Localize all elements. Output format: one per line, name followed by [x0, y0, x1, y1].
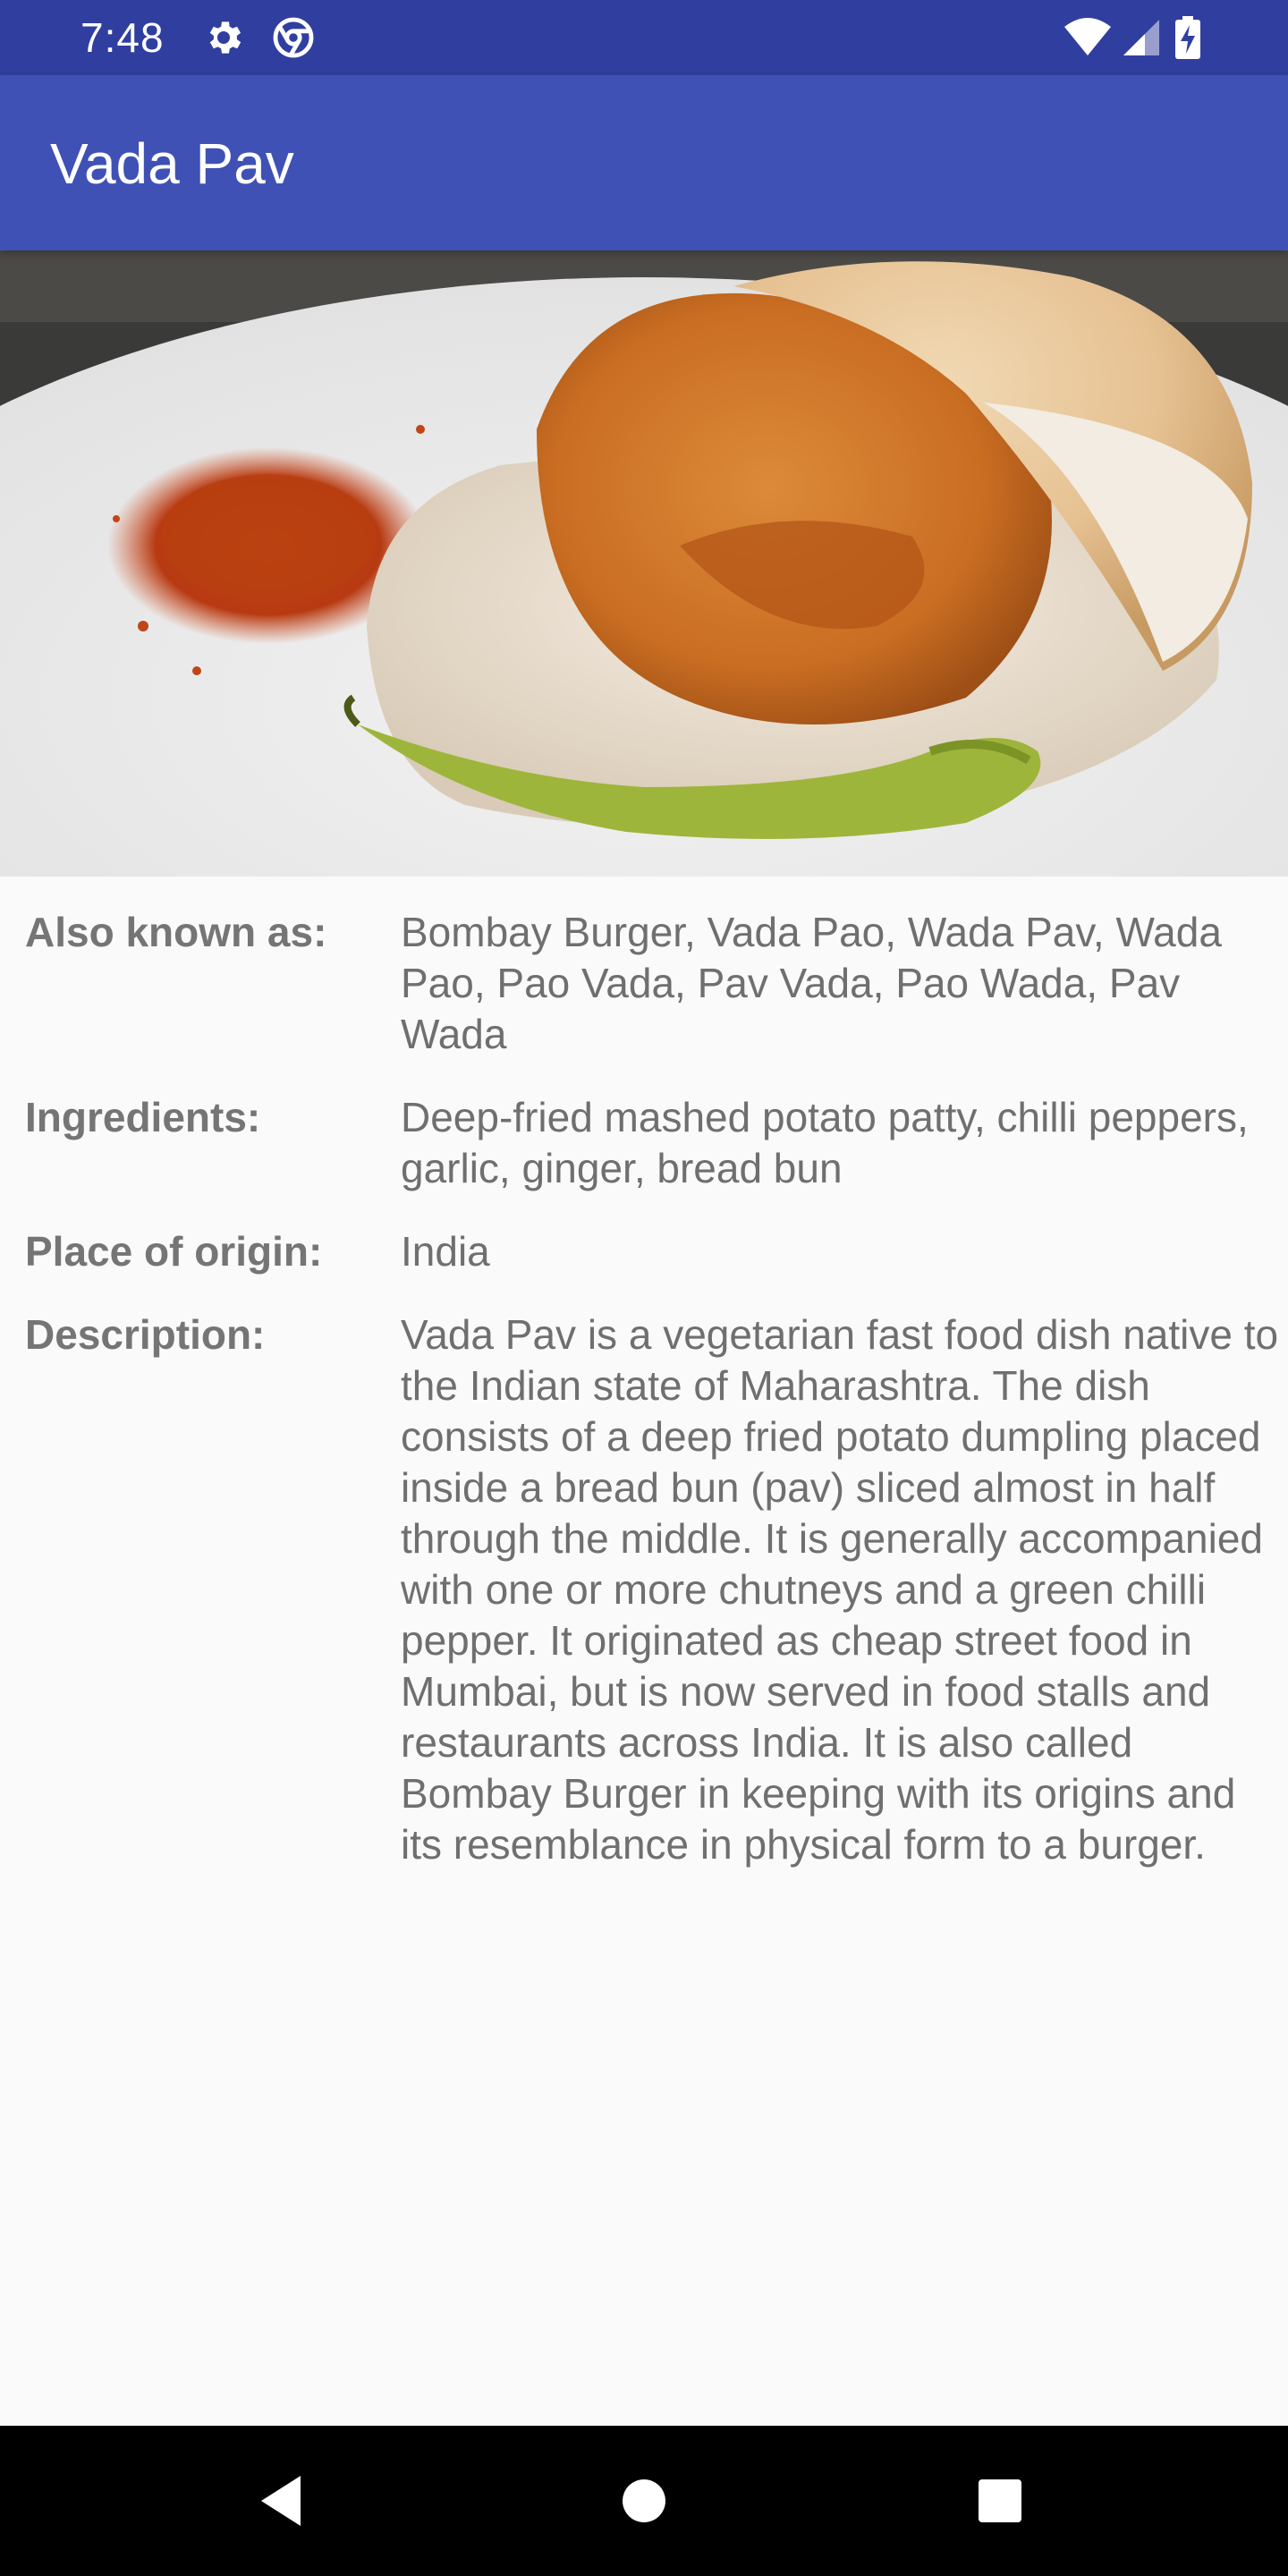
aliases-label: Also known as:	[25, 909, 327, 955]
detail-row-description: Description: Vada Pav is a vegetarian fa…	[0, 1309, 1288, 1870]
page-title: Vada Pav	[50, 131, 294, 196]
dish-details: Also known as: Bombay Burger, Vada Pao, …	[0, 907, 1288, 1902]
wifi-icon	[1064, 18, 1111, 55]
ingredients-label: Ingredients:	[25, 1094, 261, 1140]
detail-row-aliases: Also known as: Bombay Burger, Vada Pao, …	[0, 907, 1288, 1060]
app-bar: Vada Pav	[0, 75, 1288, 250]
settings-icon	[209, 21, 242, 54]
detail-row-origin: Place of origin: India	[0, 1226, 1288, 1277]
ingredients-value: Deep-fried mashed potato patty, chilli p…	[401, 1094, 1249, 1191]
origin-value: India	[401, 1228, 490, 1275]
home-icon[interactable]	[608, 2465, 680, 2537]
status-time: 7:48	[80, 14, 165, 61]
battery-charging-icon	[1175, 16, 1200, 59]
signal-icon	[1123, 20, 1159, 55]
description-value: Vada Pav is a vegetarian fast food dish …	[401, 1311, 1279, 1868]
chrome-icon	[273, 17, 314, 58]
detail-row-ingredients: Ingredients: Deep-fried mashed potato pa…	[0, 1092, 1288, 1194]
status-bar: 7:48	[0, 0, 1288, 75]
aliases-value: Bombay Burger, Vada Pao, Wada Pav, Wada …	[401, 909, 1222, 1057]
origin-label: Place of origin:	[25, 1228, 323, 1275]
recents-icon[interactable]	[964, 2465, 1036, 2537]
back-icon[interactable]	[247, 2465, 318, 2537]
description-label: Description:	[25, 1311, 266, 1358]
navigation-bar	[0, 2426, 1288, 2576]
vada-pav-photo	[0, 250, 1288, 877]
food-illustration	[0, 250, 1288, 877]
